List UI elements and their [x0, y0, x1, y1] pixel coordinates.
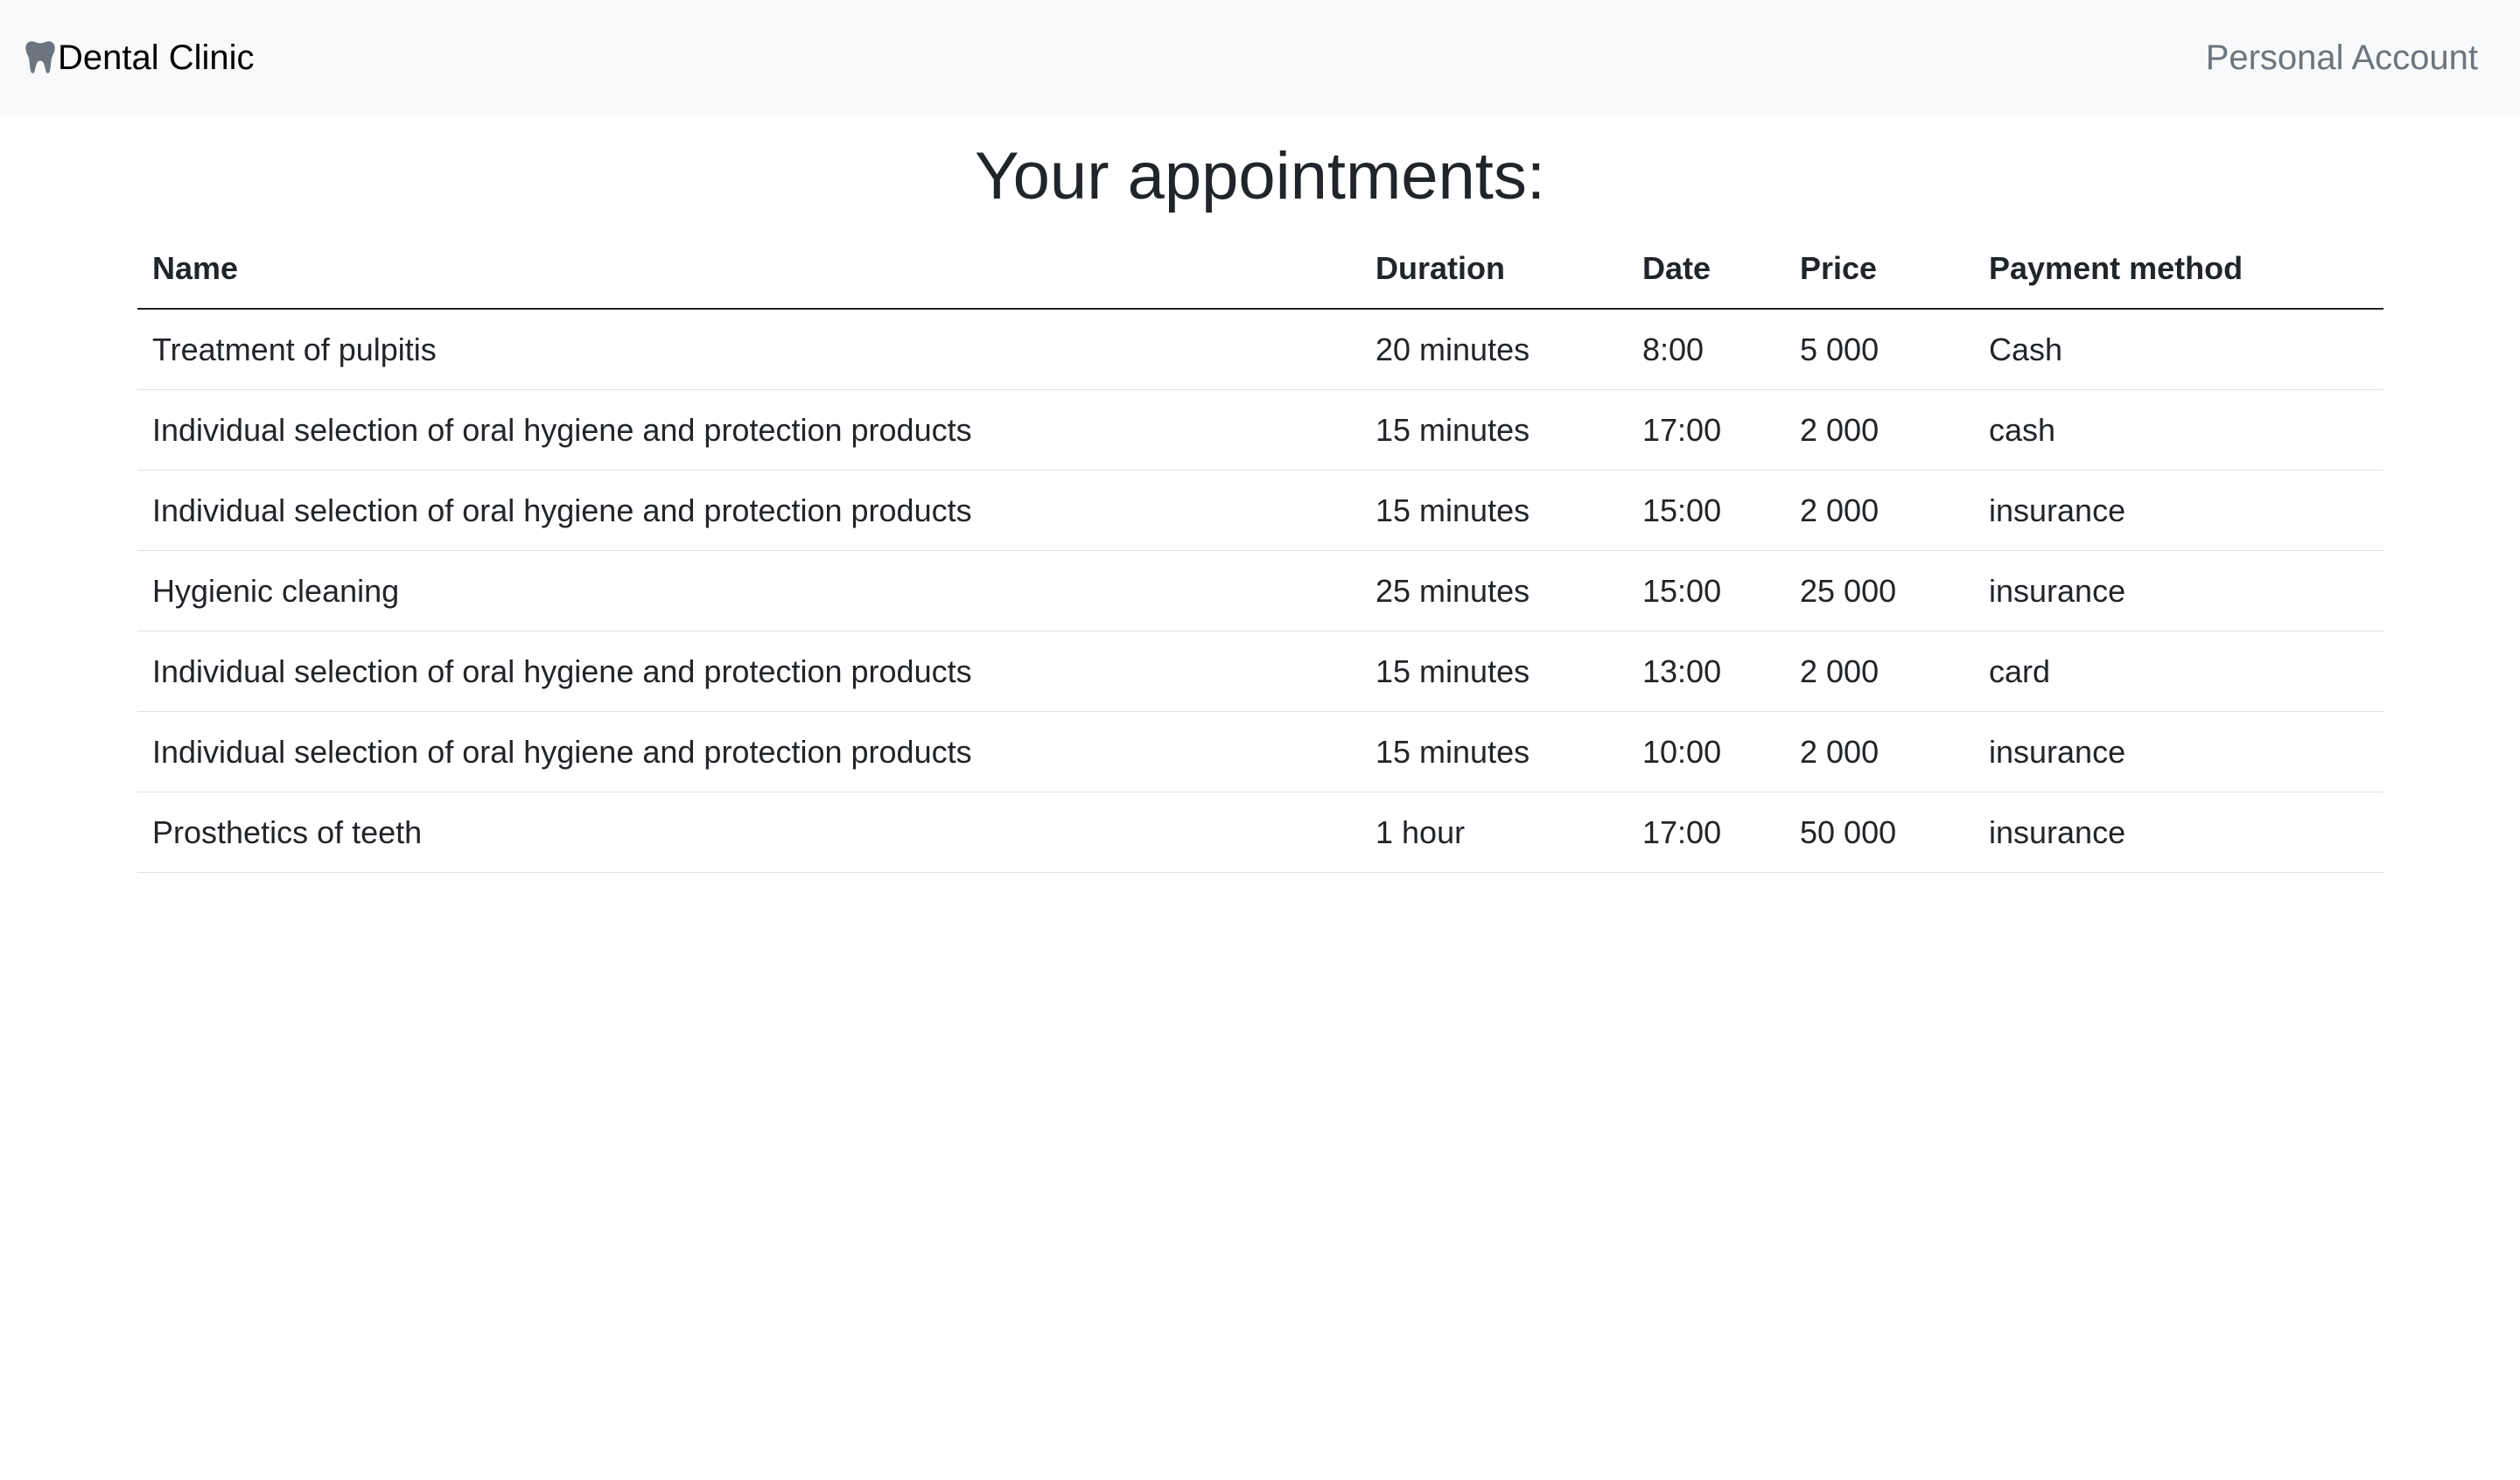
- cell-payment-method: insurance: [1974, 550, 2384, 632]
- cell-date: 13:00: [1628, 631, 1785, 712]
- cell-price: 5 000: [1785, 309, 1974, 390]
- cell-payment-method: insurance: [1974, 711, 2384, 792]
- cell-price: 2 000: [1785, 631, 1974, 712]
- table-row: Individual selection of oral hygiene and…: [137, 631, 2384, 712]
- brand-name: Dental Clinic: [58, 38, 255, 77]
- column-header-duration: Duration: [1361, 229, 1628, 310]
- table-row: Individual selection of oral hygiene and…: [137, 711, 2384, 792]
- table-row: Treatment of pulpitis 20 minutes 8:00 5 …: [137, 309, 2384, 390]
- cell-duration: 15 minutes: [1361, 711, 1628, 792]
- cell-date: 15:00: [1628, 550, 1785, 632]
- cell-date: 15:00: [1628, 470, 1785, 551]
- column-header-payment-method: Payment method: [1974, 229, 2384, 310]
- cell-date: 8:00: [1628, 309, 1785, 390]
- cell-payment-method: cash: [1974, 389, 2384, 471]
- cell-price: 50 000: [1785, 792, 1974, 873]
- column-header-name: Name: [137, 229, 1361, 310]
- tooth-icon: [24, 40, 56, 75]
- cell-payment-method: insurance: [1974, 470, 2384, 551]
- table-header-row: Name Duration Date Price Payment method: [137, 229, 2384, 310]
- brand-link[interactable]: Dental Clinic: [24, 38, 255, 78]
- cell-name: Individual selection of oral hygiene and…: [137, 470, 1361, 551]
- cell-duration: 20 minutes: [1361, 309, 1628, 390]
- cell-price: 2 000: [1785, 711, 1974, 792]
- table-row: Prosthetics of teeth 1 hour 17:00 50 000…: [137, 792, 2384, 873]
- cell-payment-method: insurance: [1974, 792, 2384, 873]
- cell-price: 25 000: [1785, 550, 1974, 632]
- navbar: Dental Clinic Personal Account: [0, 0, 2520, 115]
- table-row: Individual selection of oral hygiene and…: [137, 389, 2384, 471]
- cell-name: Treatment of pulpitis: [137, 309, 1361, 390]
- table-row: Hygienic cleaning 25 minutes 15:00 25 00…: [137, 550, 2384, 632]
- cell-duration: 1 hour: [1361, 792, 1628, 873]
- column-header-date: Date: [1628, 229, 1785, 310]
- page-title: Your appointments:: [974, 139, 1546, 213]
- appointments-table: Name Duration Date Price Payment method …: [137, 229, 2384, 873]
- cell-price: 2 000: [1785, 470, 1974, 551]
- cell-name: Hygienic cleaning: [137, 550, 1361, 632]
- cell-name: Individual selection of oral hygiene and…: [137, 711, 1361, 792]
- cell-duration: 15 minutes: [1361, 631, 1628, 712]
- cell-name: Prosthetics of teeth: [137, 792, 1361, 873]
- cell-payment-method: Cash: [1974, 309, 2384, 390]
- cell-payment-method: card: [1974, 631, 2384, 712]
- personal-account-link[interactable]: Personal Account: [2206, 38, 2478, 78]
- cell-name: Individual selection of oral hygiene and…: [137, 631, 1361, 712]
- cell-date: 17:00: [1628, 792, 1785, 873]
- cell-duration: 15 minutes: [1361, 389, 1628, 471]
- cell-duration: 25 minutes: [1361, 550, 1628, 632]
- cell-date: 10:00: [1628, 711, 1785, 792]
- table-row: Individual selection of oral hygiene and…: [137, 470, 2384, 551]
- cell-duration: 15 minutes: [1361, 470, 1628, 551]
- cell-price: 2 000: [1785, 389, 1974, 471]
- cell-date: 17:00: [1628, 389, 1785, 471]
- cell-name: Individual selection of oral hygiene and…: [137, 389, 1361, 471]
- column-header-price: Price: [1785, 229, 1974, 310]
